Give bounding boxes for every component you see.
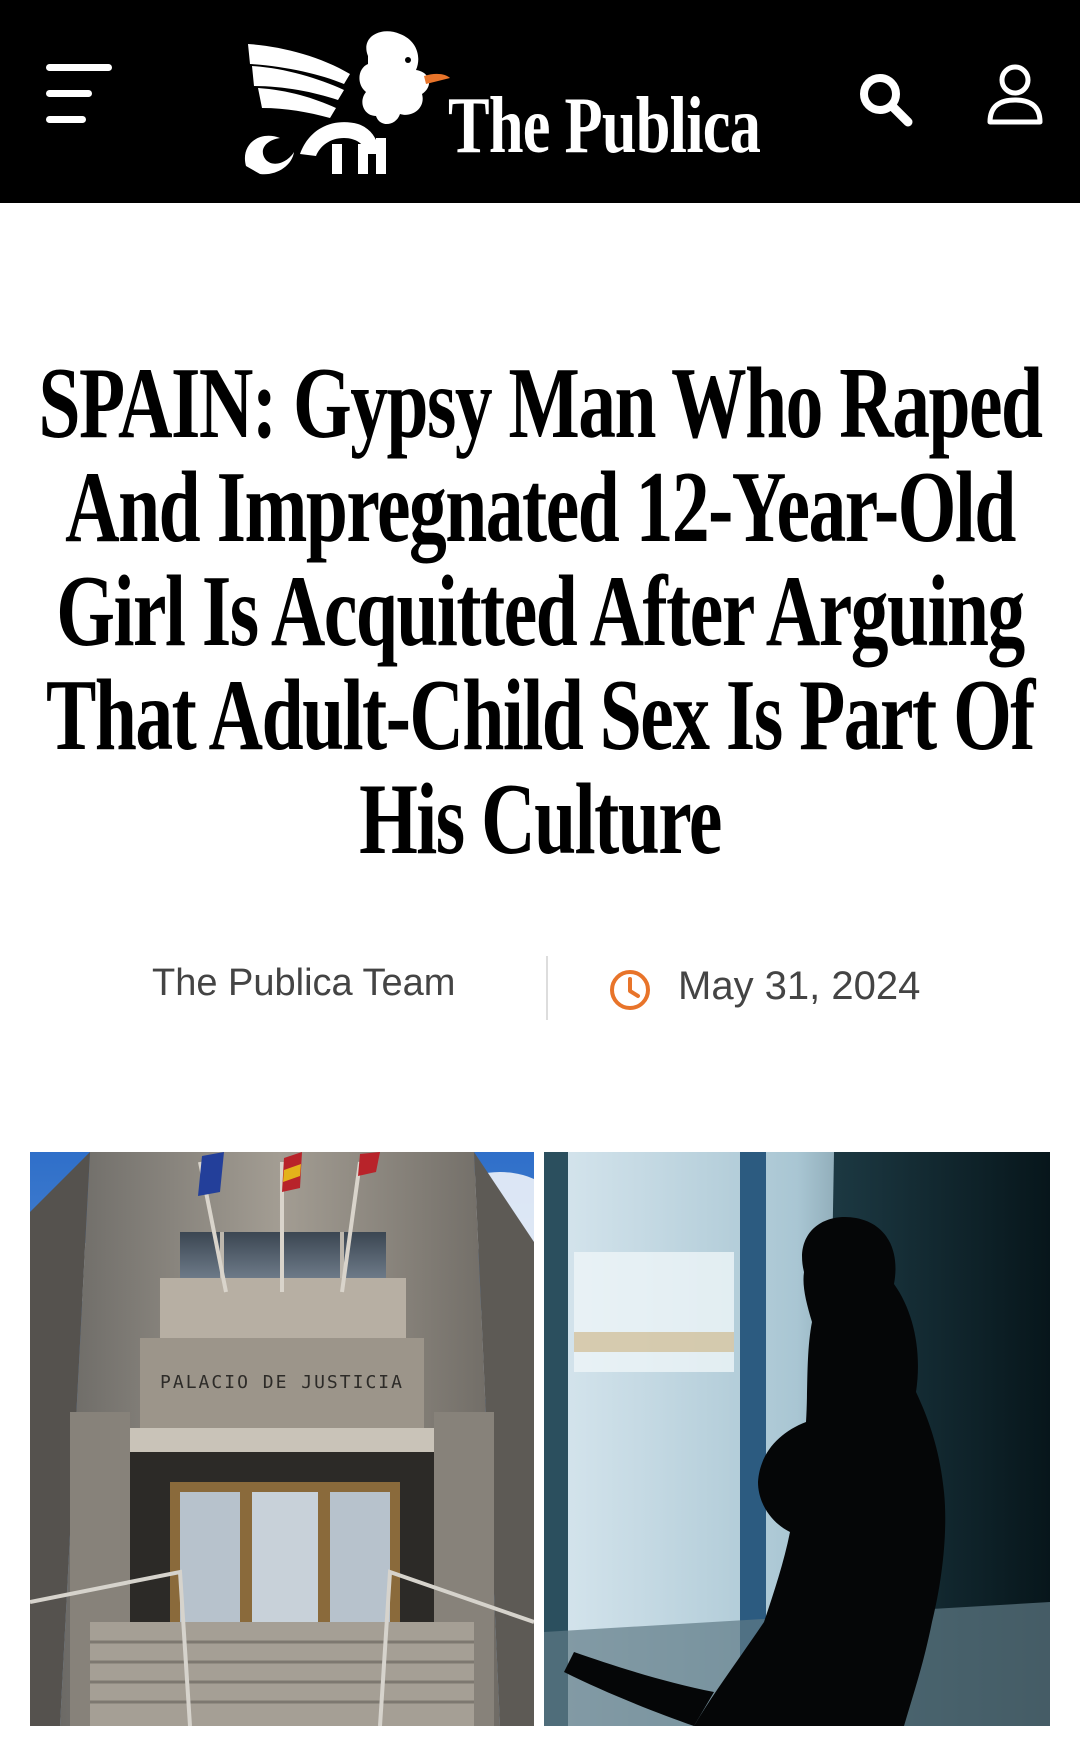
article-headline-text: SPAIN: Gypsy Man Who Raped And Impregnat… (38, 347, 1043, 876)
courthouse-photo: PALACIO DE JUSTICIA (30, 1152, 534, 1726)
top-navigation-bar: The Publica (0, 0, 1080, 203)
clock-icon (610, 970, 650, 1010)
user-icon[interactable] (984, 60, 1046, 130)
silhouette-girl-photo (544, 1152, 1050, 1726)
site-logo[interactable]: The Publica (240, 26, 800, 186)
courthouse-sign-text: PALACIO DE JUSTICIA (160, 1372, 404, 1393)
logo-wordmark: The Publica (448, 82, 761, 170)
search-icon[interactable] (854, 68, 916, 130)
publish-date: May 31, 2024 (678, 964, 921, 1008)
hamburger-menu-icon[interactable] (44, 60, 116, 132)
article-hero-image: PALACIO DE JUSTICIA (30, 1152, 1050, 1726)
article-byline: The Publica Team May 31, 2024 (0, 952, 1080, 1022)
byline-divider (546, 956, 548, 1020)
winged-lion-logo-icon (244, 31, 450, 175)
author-link[interactable]: The Publica Team (152, 962, 455, 1005)
article-headline: SPAIN: Gypsy Man Who Raped And Impregnat… (20, 352, 1060, 872)
